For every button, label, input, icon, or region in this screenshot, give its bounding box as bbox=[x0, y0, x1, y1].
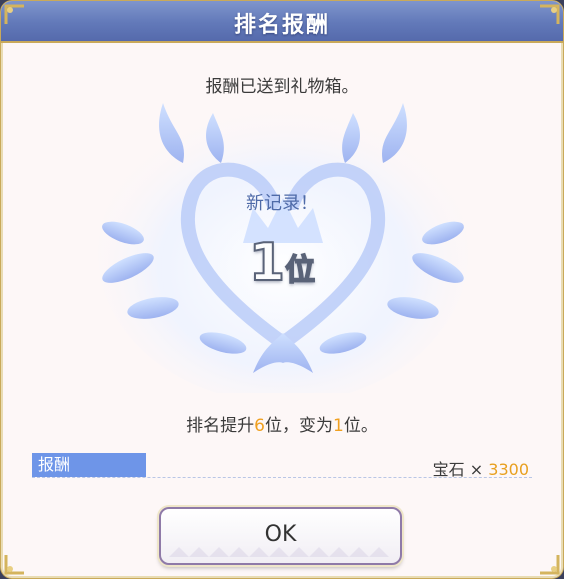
corner-ornament-icon bbox=[4, 4, 24, 24]
corner-ornament-icon bbox=[540, 4, 560, 24]
reward-item: 宝石 × 3300 bbox=[433, 456, 529, 480]
reward-section-label: 报酬 bbox=[32, 453, 146, 477]
reward-count: 3300 bbox=[488, 460, 529, 479]
ok-button[interactable]: OK bbox=[159, 507, 402, 565]
rank-display: 1位 bbox=[1, 232, 563, 294]
corner-ornament-icon bbox=[4, 555, 24, 575]
rank-change-middle: 位，变为 bbox=[265, 416, 333, 436]
rank-change-text: 排名提升6位，变为1位。 bbox=[1, 411, 563, 436]
rank-change-prefix: 排名提升 bbox=[186, 416, 255, 436]
rank-up-count: 6 bbox=[254, 416, 265, 436]
rank-change-suffix: 位。 bbox=[343, 416, 378, 436]
dialog-title: 排名报酬 bbox=[233, 13, 330, 38]
reward-item-name: 宝石 bbox=[432, 460, 465, 479]
button-diamond-pattern-icon bbox=[169, 547, 389, 557]
rank-reward-dialog: 排名报酬 报酬已送到礼物箱。 新记录！ 1位 排名提升6位，变为1位。 报酬 宝… bbox=[0, 0, 564, 579]
new-rank-value: 1 bbox=[333, 416, 344, 436]
reward-times-symbol: × bbox=[469, 460, 484, 479]
rank-number: 1 bbox=[248, 232, 286, 294]
ok-button-label: OK bbox=[264, 522, 297, 547]
rank-unit: 位 bbox=[284, 252, 316, 289]
dialog-title-bar: 排名报酬 bbox=[1, 1, 563, 43]
corner-ornament-icon bbox=[540, 555, 560, 575]
new-record-label: 新记录！ bbox=[246, 193, 318, 214]
